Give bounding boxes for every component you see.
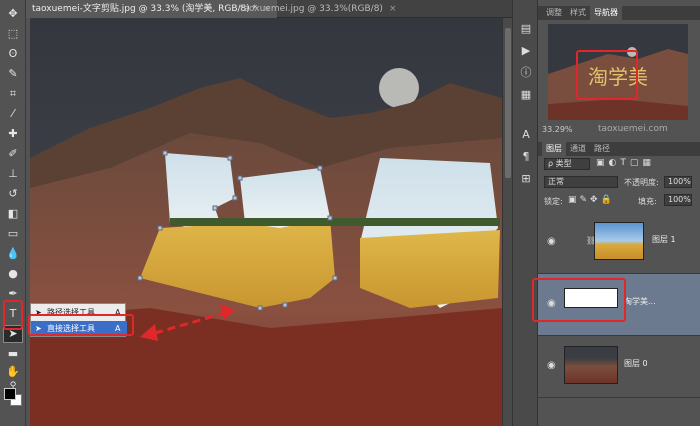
canvas-vertical-scrollbar[interactable] [502, 18, 512, 426]
dodge-tool-icon[interactable]: ● [4, 266, 22, 282]
zoom-value: 33.29% [542, 125, 573, 134]
healing-brush-icon[interactable]: ✚ [4, 126, 22, 142]
shape-tool-icon[interactable]: ▬ [4, 346, 22, 362]
move-tool-icon[interactable]: ✥ [4, 6, 22, 22]
eyedropper-tool-icon[interactable]: ⁄ [4, 106, 22, 122]
tools-panel: ✥ ⬚ ʘ ✎ ⌗ ⁄ ✚ ✐ ⊥ ↺ ◧ ▭ 💧 ● ✒ T ➤ ▬ ✋ ⚲ [0, 0, 26, 426]
history-brush-icon[interactable]: ↺ [4, 186, 22, 202]
canvas-artwork [30, 18, 502, 426]
blur-tool-icon[interactable]: 💧 [4, 246, 22, 262]
eye-icon[interactable]: ◉ [547, 236, 556, 247]
paragraph-icon[interactable]: ¶ [519, 150, 533, 164]
blend-mode-select[interactable]: 正常 [544, 176, 618, 188]
layer-highlight-box [532, 278, 626, 322]
layer-filter-icons[interactable]: ▣◐T▢▦ [596, 158, 655, 168]
lock-label: 锁定: [544, 197, 563, 206]
watermark-text: taoxuemei.com [598, 124, 668, 134]
tab-layers[interactable]: 图层 [542, 142, 566, 156]
text-cutout [140, 153, 500, 308]
tab-navigator[interactable]: 导航器 [590, 6, 622, 20]
layers-panel-tabs: 图层 通道 路径 [538, 142, 700, 156]
brush-tool-icon[interactable]: ✐ [4, 146, 22, 162]
quick-select-tool-icon[interactable]: ✎ [4, 66, 22, 82]
layer-row-3[interactable]: ◉ 图层 0 [538, 336, 700, 398]
document-tab-2[interactable]: taoxuemei.jpg @ 33.3%(RGB/8) × [234, 0, 402, 18]
fill-label: 填充: [638, 197, 657, 206]
tab-channels[interactable]: 通道 [566, 142, 590, 156]
properties-icon[interactable]: ▦ [519, 88, 533, 102]
tool-highlight-box [3, 300, 23, 330]
layer-filter-select[interactable]: ρ 类型 [544, 158, 590, 170]
navigator-zoom-bar: 33.29% taoxuemei.com [538, 124, 700, 136]
navigator-view-box[interactable] [576, 50, 638, 100]
layer-name[interactable]: 图层 0 [624, 358, 648, 369]
navigator-panel-tabs: 调整 样式 导航器 [538, 6, 700, 20]
document-canvas[interactable] [30, 18, 502, 426]
layer-thumbnail [594, 222, 644, 260]
eye-icon[interactable]: ◉ [547, 360, 556, 371]
close-icon[interactable]: × [389, 4, 397, 14]
panel-icon-strip: ▤ ▶ ⓘ ▦ A ¶ ⊞ [512, 0, 538, 426]
layer-name[interactable]: 淘学美... [624, 296, 656, 307]
right-panels: 调整 样式 导航器 淘学美 33.29% taoxuemei.com 图层 通道… [532, 0, 700, 426]
lasso-tool-icon[interactable]: ʘ [4, 46, 22, 62]
marquee-tool-icon[interactable]: ⬚ [4, 26, 22, 42]
tab-adjustments[interactable]: 调整 [542, 6, 566, 20]
actions-icon[interactable]: ▶ [519, 44, 533, 58]
layer-name[interactable]: 图层 1 [652, 234, 676, 245]
tab-styles[interactable]: 样式 [566, 6, 590, 20]
gradient-tool-icon[interactable]: ▭ [4, 226, 22, 242]
fill-field[interactable]: 100% [664, 194, 692, 206]
opacity-field[interactable]: 100% [664, 176, 692, 188]
lock-icons[interactable]: ▣✎✥🔒 [568, 195, 615, 205]
eraser-tool-icon[interactable]: ◧ [4, 206, 22, 222]
crop-tool-icon[interactable]: ⌗ [4, 86, 22, 102]
foreground-color-swatch[interactable] [4, 388, 16, 400]
history-icon[interactable]: ▤ [519, 22, 533, 36]
character-icon[interactable]: A [519, 128, 533, 142]
info-icon[interactable]: ⓘ [519, 66, 533, 80]
brush-preset-icon[interactable]: ⊞ [519, 172, 533, 186]
tab-label: taoxuemei.jpg @ 33.3%(RGB/8) [240, 4, 383, 14]
scrollbar-thumb[interactable] [505, 28, 511, 178]
layer-thumbnail [564, 346, 618, 384]
stamp-tool-icon[interactable]: ⊥ [4, 166, 22, 182]
menu-highlight-box [28, 314, 134, 336]
tab-paths[interactable]: 路径 [590, 142, 614, 156]
tab-label: taoxuemei-文字剪贴.jpg @ 33.3% (淘学美, RGB/8) … [32, 4, 258, 14]
document-tab-bar: taoxuemei-文字剪贴.jpg @ 33.3% (淘学美, RGB/8) … [26, 0, 512, 18]
layer-row-1[interactable]: ◉ ⛓ 图层 1 [538, 212, 700, 274]
opacity-label: 不透明度: [624, 178, 659, 187]
